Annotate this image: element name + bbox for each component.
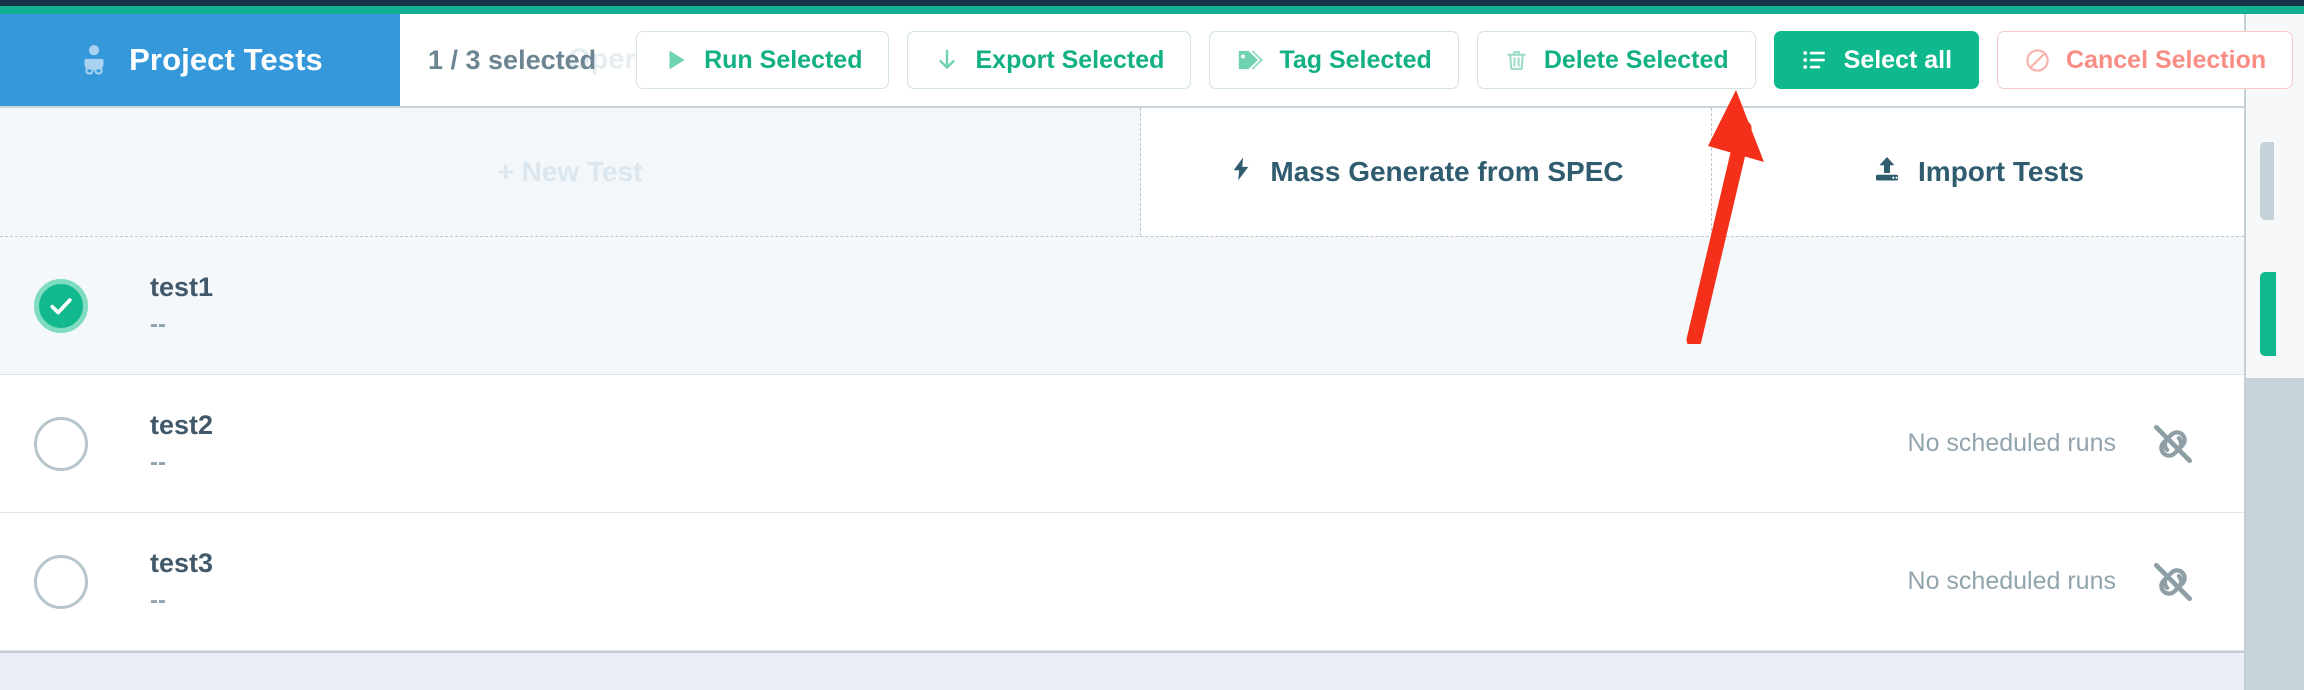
create-actions-row: + New Test Mass Generate from SPEC (0, 108, 2244, 237)
delete-selected-button[interactable]: Delete Selected (1477, 31, 1756, 89)
cancel-selection-button[interactable]: Cancel Selection (1997, 31, 2293, 89)
import-tests-button[interactable]: Import Tests (1712, 108, 2244, 236)
unlink-icon[interactable] (2146, 417, 2200, 471)
test-meta: test1 -- (150, 274, 213, 337)
select-all-label: Select all (1844, 46, 1952, 75)
select-all-button[interactable]: Select all (1774, 31, 1979, 89)
rail-chip[interactable] (2260, 142, 2274, 220)
export-selected-label: Export Selected (975, 46, 1164, 75)
list-footer (0, 651, 2244, 690)
schedule-status: No scheduled runs (1908, 429, 2116, 458)
row-checkbox-unchecked[interactable] (34, 555, 88, 609)
top-accent-strip-teal (0, 6, 2304, 14)
schedule-status: No scheduled runs (1908, 567, 2116, 596)
table-row[interactable]: test1 -- (0, 237, 2244, 375)
block-icon (2024, 47, 2051, 74)
bolt-icon (1228, 154, 1254, 191)
list-icon (1801, 46, 1829, 74)
test-subtitle: -- (150, 451, 213, 475)
rail-chip-active[interactable] (2260, 272, 2276, 356)
test-name: test2 (150, 412, 213, 439)
tag-icon (1236, 46, 1264, 74)
new-test-button[interactable]: + New Test (0, 108, 1141, 236)
body-split: Project Tests Operations 1 / 3 selected … (0, 14, 2304, 690)
row-checkbox-unchecked[interactable] (34, 417, 88, 471)
mass-generate-from-spec-button[interactable]: Mass Generate from SPEC (1141, 108, 1712, 236)
selection-toolbar: Project Tests Operations 1 / 3 selected … (0, 14, 2244, 108)
selected-count-label: 1 / 3 selected (428, 45, 596, 76)
cancel-selection-label: Cancel Selection (2066, 46, 2266, 75)
test-list: test1 -- test2 -- No scheduled runs (0, 237, 2244, 690)
run-selected-button[interactable]: Run Selected (636, 31, 889, 89)
rail-lower-panel (2246, 378, 2304, 690)
test-subtitle: -- (150, 589, 213, 613)
unlink-icon[interactable] (2146, 555, 2200, 609)
play-icon (663, 47, 689, 73)
table-row[interactable]: test3 -- No scheduled runs (0, 513, 2244, 651)
trash-icon (1504, 48, 1529, 73)
stethoscope-icon (77, 43, 111, 77)
tag-selected-button[interactable]: Tag Selected (1209, 31, 1458, 89)
tag-selected-label: Tag Selected (1279, 46, 1431, 75)
test-subtitle: -- (150, 313, 213, 337)
import-tests-label: Import Tests (1918, 156, 2084, 188)
delete-selected-label: Delete Selected (1544, 46, 1729, 75)
row-checkbox-checked[interactable] (34, 279, 88, 333)
toolbar-actions: Operations 1 / 3 selected Run Selected (400, 14, 2244, 106)
upload-icon (1872, 154, 1902, 191)
test-name: test3 (150, 550, 213, 577)
download-icon (934, 47, 960, 73)
right-rail (2244, 14, 2304, 690)
application-frame: Project Tests Operations 1 / 3 selected … (0, 0, 2304, 690)
mass-generate-label: Mass Generate from SPEC (1270, 156, 1623, 188)
test-meta: test3 -- (150, 550, 213, 613)
table-row[interactable]: test2 -- No scheduled runs (0, 375, 2244, 513)
test-name: test1 (150, 274, 213, 301)
test-meta: test2 -- (150, 412, 213, 475)
main-column: Project Tests Operations 1 / 3 selected … (0, 14, 2244, 690)
new-test-label: + New Test (498, 156, 643, 188)
tab-project-tests[interactable]: Project Tests (0, 14, 400, 106)
export-selected-button[interactable]: Export Selected (907, 31, 1191, 89)
tab-project-tests-label: Project Tests (129, 42, 323, 78)
run-selected-label: Run Selected (704, 46, 862, 75)
